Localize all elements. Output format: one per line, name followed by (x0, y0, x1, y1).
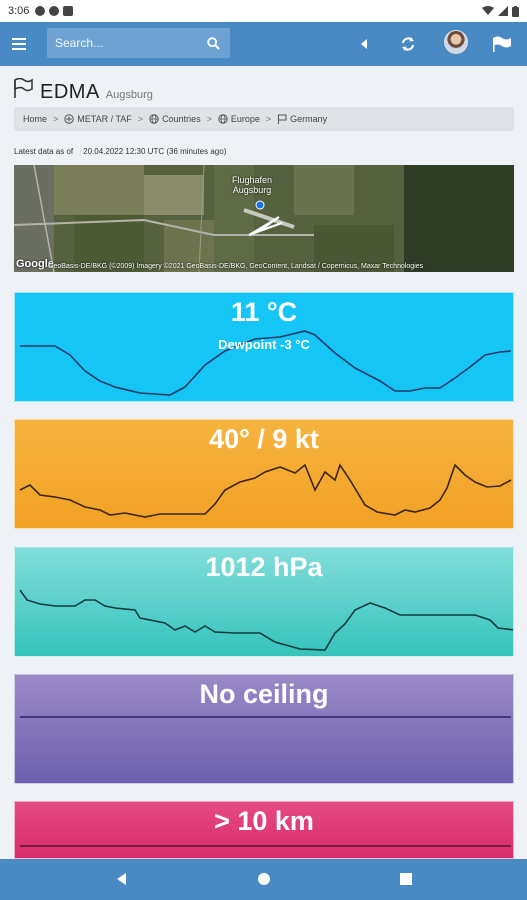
breadcrumb-europe[interactable]: Europe (218, 114, 260, 124)
page-title: EDMA Augsburg (12, 78, 153, 104)
wind-value: 40° / 9 kt (209, 424, 319, 454)
collapse-left-icon[interactable] (352, 32, 376, 56)
latest-timestamp: 20.04.2022 12:30 UTC (36 minutes ago) (83, 147, 227, 156)
breadcrumb-separator: > (137, 114, 144, 124)
search-box (47, 28, 230, 58)
navigation-bar (0, 859, 527, 900)
breadcrumb-metar-taf[interactable]: METAR / TAF (64, 114, 132, 124)
map-attribution: GeoBasis-DE/BKG (©2009) Imagery ©2021 Ge… (48, 263, 424, 270)
breadcrumb-separator: > (206, 114, 212, 124)
map-label-line1: Flughafen (232, 175, 273, 185)
search-input[interactable] (55, 36, 195, 50)
latest-prefix: Latest data as of (14, 147, 74, 156)
flag-icon (278, 114, 287, 124)
airport-map[interactable]: Flughafen Augsburg Google GeoBasis-DE/BK… (14, 165, 514, 272)
globe-icon (218, 114, 228, 124)
notification-icon (49, 6, 60, 16)
status-bar: 3:06 (0, 0, 527, 22)
pressure-value: 1012 hPa (205, 552, 323, 582)
station-code: EDMA (40, 81, 100, 103)
breadcrumb-home[interactable]: Home (23, 114, 47, 124)
flag-outline-icon (14, 78, 33, 98)
ceiling-card[interactable]: No ceiling (14, 674, 514, 784)
globe-icon (149, 114, 159, 124)
visibility-value: > 10 km (214, 806, 314, 836)
back-icon[interactable] (114, 871, 130, 887)
pressure-card[interactable]: 1012 hPa (14, 547, 514, 657)
flag-icon[interactable] (490, 32, 514, 56)
breadcrumb-separator: > (265, 114, 272, 124)
breadcrumb-countries[interactable]: Countries (149, 114, 201, 124)
notification-icon (63, 6, 74, 16)
visibility-card[interactable]: > 10 km (14, 801, 514, 859)
breadcrumb-separator: > (53, 114, 59, 124)
home-icon[interactable] (256, 871, 272, 887)
temperature-value: 11 °C (230, 297, 298, 327)
ceiling-value: No ceiling (199, 679, 329, 709)
status-time: 3:06 (8, 5, 30, 17)
search-icon[interactable] (204, 34, 222, 52)
breadcrumb-germany[interactable]: Germany (277, 114, 327, 124)
breadcrumb: Home > METAR / TAF > Countries > Europe … (14, 107, 514, 131)
battery-icon (512, 5, 519, 17)
map-label-line2: Augsburg (232, 185, 272, 195)
latest-data-info: Latest data as of 20.04.2022 12:30 UTC (3… (14, 147, 236, 156)
menu-icon[interactable] (0, 22, 38, 66)
wifi-icon (482, 6, 494, 15)
refresh-icon[interactable] (396, 32, 420, 56)
signal-icon (498, 6, 508, 16)
recents-icon[interactable] (398, 871, 414, 887)
station-city: Augsburg (105, 89, 153, 101)
dewpoint-value: Dewpoint -3 °C (218, 337, 310, 352)
app-bar (0, 22, 527, 66)
plane-icon (64, 114, 74, 124)
notification-icon (35, 6, 46, 16)
avatar[interactable] (444, 30, 468, 54)
temperature-card[interactable]: 11 °C Dewpoint -3 °C (14, 292, 514, 402)
wind-card[interactable]: 40° / 9 kt (14, 419, 514, 529)
